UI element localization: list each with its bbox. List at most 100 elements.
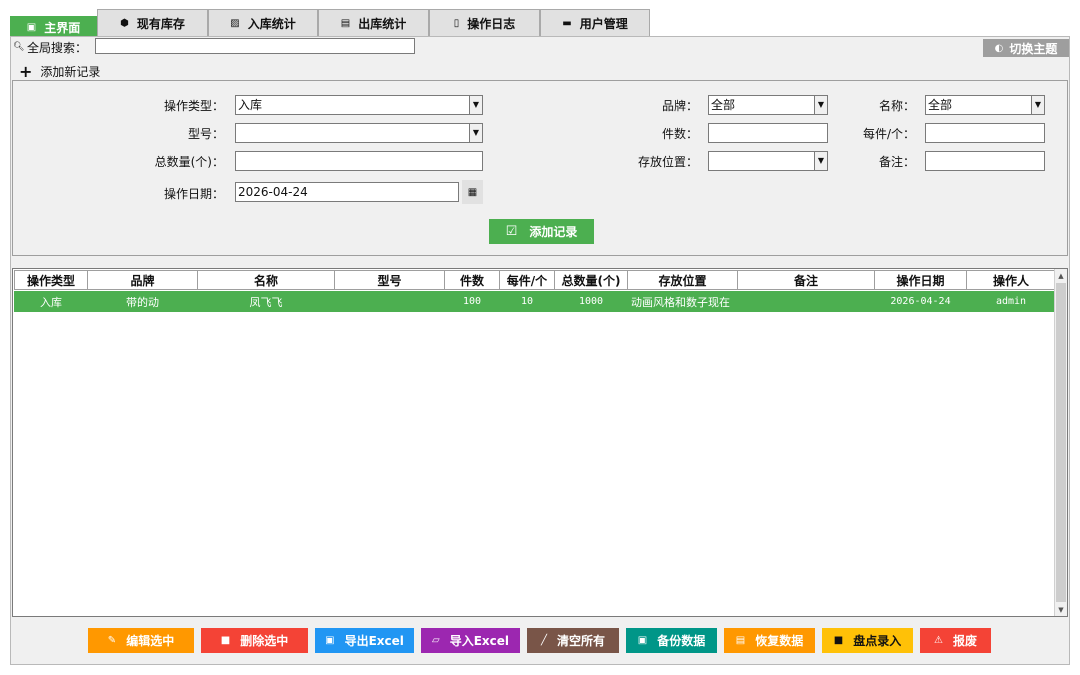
tab-main[interactable]: ▣ 主界面: [10, 16, 97, 37]
location-label: 存放位置：: [637, 155, 698, 169]
column-header[interactable]: 型号: [334, 270, 445, 290]
table-row[interactable]: 入库 带的动 凤飞飞 100 10 1000 动画风格和数子现在 2026-04…: [14, 291, 1056, 312]
tab-label: 入库统计: [247, 16, 296, 31]
tab-outbound-stats[interactable]: ▤ 出库统计: [318, 9, 429, 36]
import-excel-button[interactable]: ▱ 导入Excel: [421, 628, 520, 653]
tab-label: 操作日志: [467, 16, 516, 31]
table-cell: 1000: [578, 296, 604, 307]
calendar-icon[interactable]: ▦: [462, 180, 483, 204]
brand-value: 全部: [711, 98, 736, 112]
action-bar: ✎ 编辑选中 ■ 删除选中 ▣ 导出Excel ▱ 导入Excel ╱ 清空所有…: [88, 628, 1008, 653]
table-cell: [737, 291, 875, 312]
file-icon: ▤: [735, 635, 746, 646]
total-input[interactable]: [235, 151, 483, 171]
edit-selected-button[interactable]: ✎ 编辑选中: [88, 628, 194, 653]
location-select[interactable]: ▼: [708, 151, 828, 171]
users-icon: ▬: [562, 17, 572, 29]
button-label: 备份数据: [657, 634, 706, 648]
table-cell: 入库: [40, 295, 62, 309]
clear-all-button[interactable]: ╱ 清空所有: [527, 628, 619, 653]
column-header[interactable]: 品牌: [87, 270, 198, 290]
op-type-label: 操作类型：: [163, 99, 224, 113]
model-label: 型号：: [187, 127, 224, 141]
add-record-label: 添加记录: [529, 225, 578, 239]
tab-user-management[interactable]: ▬ 用户管理: [540, 9, 650, 36]
table-cell: 100: [462, 296, 482, 307]
global-search: 🔍︎ 全局搜索：: [13, 39, 87, 55]
log-icon: ▯: [453, 17, 460, 29]
model-select[interactable]: ▼: [235, 123, 483, 143]
total-label: 总数量(个)：: [154, 155, 224, 169]
checkbox-icon: ☑: [505, 224, 518, 239]
remark-input[interactable]: [925, 151, 1045, 171]
tab-inbound-stats[interactable]: ▨ 入库统计: [208, 9, 318, 36]
vertical-scrollbar[interactable]: ▲ ▼: [1054, 269, 1067, 616]
column-header[interactable]: 名称: [197, 270, 335, 290]
button-label: 恢复数据: [755, 634, 804, 648]
inventory-entry-button[interactable]: ■ 盘点录入: [822, 628, 913, 653]
table-cell: 动画风格和数子现在: [631, 295, 730, 309]
table-cell: 2026-04-24: [890, 296, 951, 307]
broom-icon: ╱: [540, 635, 547, 646]
tab-label: 用户管理: [579, 16, 628, 31]
tab-label: 出库统计: [358, 16, 407, 31]
save-icon: ▣: [325, 635, 335, 646]
pieces-input[interactable]: [708, 123, 828, 143]
per-piece-input[interactable]: [925, 123, 1045, 143]
tab-label: 主界面: [44, 20, 81, 35]
table-header: 操作类型 品牌 名称 型号 件数 每件/个 总数量(个) 存放位置 备注 操作日…: [14, 270, 1056, 290]
column-header[interactable]: 操作日期: [874, 270, 967, 290]
export-excel-button[interactable]: ▣ 导出Excel: [315, 628, 414, 653]
delete-selected-button[interactable]: ■ 删除选中: [201, 628, 308, 653]
column-header[interactable]: 存放位置: [627, 270, 738, 290]
chart-out-icon: ▤: [340, 17, 351, 29]
name-label: 名称：: [878, 99, 915, 113]
column-header[interactable]: 总数量(个): [554, 270, 628, 290]
per-piece-label: 每件/个：: [862, 127, 915, 141]
backup-data-button[interactable]: ▣ 备份数据: [626, 628, 717, 653]
home-icon: ▣: [26, 21, 37, 33]
column-header[interactable]: 操作人: [966, 270, 1056, 290]
add-record-button[interactable]: ☑ 添加记录: [489, 219, 594, 244]
chart-icon: ▨: [230, 17, 240, 29]
scroll-down-icon[interactable]: ▼: [1055, 603, 1067, 616]
add-record-section-title: + 添加新记录: [19, 62, 100, 81]
table-cell: 带的动: [126, 295, 159, 309]
button-label: 导出Excel: [344, 634, 404, 648]
brand-select[interactable]: 全部 ▼: [708, 95, 828, 115]
chevron-down-icon: ▼: [469, 96, 482, 114]
plus-icon: +: [19, 62, 33, 81]
tab-current-stock[interactable]: ⬢ 现有库存: [97, 9, 208, 36]
tab-label: 现有库存: [136, 16, 185, 31]
pieces-label: 件数：: [661, 127, 698, 141]
op-type-value: 入库: [238, 98, 263, 112]
warning-icon: ⚠: [934, 635, 943, 646]
add-record-form: 操作类型： 入库 ▼ 型号： ▼ 总数量(个)： 操作日期： 2026-04-2…: [12, 80, 1068, 256]
scrollbar-thumb[interactable]: [1056, 283, 1066, 602]
table-cell: [334, 291, 445, 312]
name-select[interactable]: 全部 ▼: [925, 95, 1045, 115]
restore-data-button[interactable]: ▤ 恢复数据: [724, 628, 815, 653]
search-input[interactable]: [95, 38, 415, 54]
scroll-up-icon[interactable]: ▲: [1055, 269, 1067, 282]
column-header[interactable]: 备注: [737, 270, 875, 290]
button-label: 清空所有: [557, 634, 606, 648]
name-value: 全部: [928, 98, 953, 112]
op-type-select[interactable]: 入库 ▼: [235, 95, 483, 115]
column-header[interactable]: 操作类型: [14, 270, 88, 290]
tab-operation-log[interactable]: ▯ 操作日志: [429, 9, 540, 36]
column-header[interactable]: 件数: [444, 270, 500, 290]
theme-icon: ◐: [994, 42, 1004, 54]
trash-icon: ■: [220, 635, 231, 646]
box-icon: ■: [833, 635, 844, 646]
date-input[interactable]: 2026-04-24: [235, 182, 459, 202]
alert-button[interactable]: ⚠ 报废: [920, 628, 991, 653]
table-cell: admin: [995, 296, 1027, 307]
chevron-down-icon: ▼: [469, 124, 482, 142]
switch-theme-button[interactable]: ◐ 切换主题: [983, 39, 1069, 57]
brand-label: 品牌：: [661, 99, 698, 113]
records-table[interactable]: 操作类型 品牌 名称 型号 件数 每件/个 总数量(个) 存放位置 备注 操作日…: [12, 268, 1068, 617]
search-label: 全局搜索：: [27, 40, 88, 55]
column-header[interactable]: 每件/个: [499, 270, 555, 290]
button-label: 编辑选中: [126, 634, 175, 648]
